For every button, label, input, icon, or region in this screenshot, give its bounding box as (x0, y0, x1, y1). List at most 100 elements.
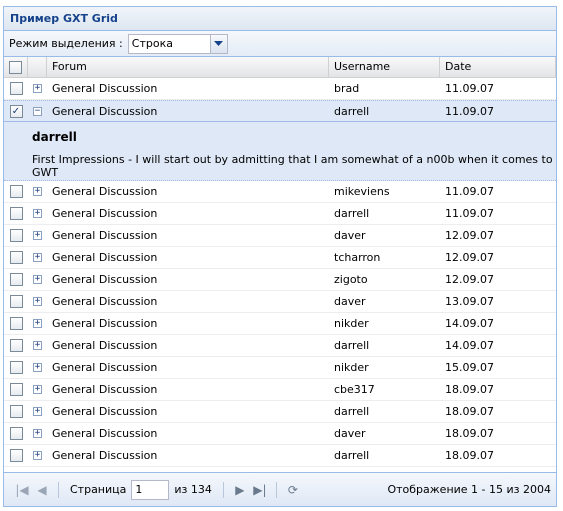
refresh-icon[interactable]: ⟳ (283, 480, 303, 500)
row-checkbox-cell (4, 357, 28, 378)
expand-icon[interactable]: + (33, 407, 42, 416)
row-checkbox[interactable] (9, 449, 23, 462)
cell-username: daver (334, 295, 366, 308)
expand-icon[interactable]: + (33, 363, 42, 372)
table-row[interactable]: + General Discussion daver 13.09.07 (4, 291, 556, 313)
table-row[interactable]: + General Discussion tcharron 12.09.07 (4, 247, 556, 269)
cell-date: 12.09.07 (445, 229, 494, 242)
cell-date: 18.09.07 (445, 449, 494, 462)
cell-username: tcharron (334, 251, 381, 264)
column-header-username[interactable]: Username (329, 57, 440, 77)
expanded-author: darrell (32, 130, 77, 144)
cell-forum: General Discussion (52, 361, 158, 374)
cell-forum: General Discussion (52, 251, 158, 264)
last-page-icon[interactable]: ▶| (250, 480, 270, 500)
row-checkbox[interactable] (9, 229, 23, 242)
row-expander-cell: + (28, 423, 47, 444)
table-row[interactable]: + General Discussion nikder 15.09.07 (4, 357, 556, 379)
table-row[interactable]: + General Discussion daver 12.09.07 (4, 225, 556, 247)
row-checkbox[interactable] (9, 295, 23, 308)
table-row[interactable]: + General Discussion darrell 11.09.07 (4, 203, 556, 225)
row-expander-cell: + (28, 335, 47, 356)
cell-username: daver (334, 427, 366, 440)
table-row[interactable]: + General Discussion zigoto 12.09.07 (4, 269, 556, 291)
table-row[interactable]: + General Discussion darrell 18.09.07 (4, 445, 556, 467)
toolbar: Режим выделения : Строка (4, 31, 556, 57)
page-number-input[interactable] (131, 479, 170, 500)
column-header-forum[interactable]: Forum (47, 57, 329, 77)
row-checkbox[interactable] (9, 273, 23, 286)
row-checkbox[interactable]: ✓ (9, 105, 23, 118)
column-header-date[interactable]: Date (440, 57, 556, 77)
cell-date: 11.09.07 (445, 105, 494, 118)
row-checkbox-cell (4, 423, 28, 444)
expand-icon[interactable]: + (33, 253, 42, 262)
table-row[interactable]: + General Discussion brad 11.09.07 (4, 78, 556, 100)
expand-icon[interactable]: + (33, 341, 42, 350)
cell-username: daver (334, 229, 366, 242)
cell-forum: General Discussion (52, 105, 158, 118)
table-row[interactable]: + General Discussion mikeviens 11.09.07 (4, 181, 556, 203)
chevron-down-icon[interactable] (209, 34, 227, 53)
table-row[interactable]: ✓ − General Discussion darrell 11.09.07 (4, 100, 556, 122)
cell-forum: General Discussion (52, 229, 158, 242)
separator (222, 481, 224, 498)
selection-mode-select[interactable]: Строка (127, 33, 228, 54)
row-checkbox[interactable] (9, 185, 23, 198)
prev-page-icon[interactable]: ◀ (32, 480, 52, 500)
select-all-checkbox[interactable] (9, 60, 22, 74)
expand-icon[interactable]: + (33, 187, 42, 196)
cell-forum: General Discussion (52, 185, 158, 198)
expand-icon[interactable]: + (33, 231, 42, 240)
table-row[interactable]: + General Discussion daver 18.09.07 (4, 423, 556, 445)
expand-icon[interactable]: + (33, 451, 42, 460)
expand-icon[interactable]: + (33, 297, 42, 306)
row-expander-cell: + (28, 181, 47, 202)
row-checkbox[interactable] (9, 207, 23, 220)
expand-icon[interactable]: + (33, 275, 42, 284)
cell-forum: General Discussion (52, 383, 158, 396)
row-checkbox[interactable] (9, 82, 23, 95)
row-expander-cell: + (28, 379, 47, 400)
expand-icon[interactable]: + (33, 84, 42, 93)
cell-date: 18.09.07 (445, 427, 494, 440)
grid-panel: Пример GXT Grid Режим выделения : Строка… (3, 6, 557, 507)
cell-date: 13.09.07 (445, 295, 494, 308)
collapse-icon[interactable]: − (33, 107, 42, 116)
row-checkbox[interactable] (9, 361, 23, 374)
cell-forum: General Discussion (52, 317, 158, 330)
row-checkbox-cell (4, 269, 28, 290)
cell-forum: General Discussion (52, 82, 158, 95)
expand-icon[interactable]: + (33, 209, 42, 218)
cell-username: nikder (334, 361, 369, 374)
separator (58, 481, 59, 498)
table-row[interactable]: + General Discussion darrell 14.09.07 (4, 335, 556, 357)
row-checkbox-cell (4, 181, 28, 202)
row-expander-cell: + (28, 401, 47, 422)
table-row[interactable]: + General Discussion cbe317 18.09.07 (4, 379, 556, 401)
cell-date: 18.09.07 (445, 383, 494, 396)
table-row[interactable]: + General Discussion nikder 14.09.07 (4, 313, 556, 335)
expand-icon[interactable]: + (33, 429, 42, 438)
row-checkbox[interactable] (9, 251, 23, 264)
first-page-icon[interactable]: |◀ (12, 480, 32, 500)
row-checkbox-cell (4, 401, 28, 422)
cell-username: mikeviens (334, 185, 390, 198)
row-checkbox[interactable] (9, 405, 23, 418)
row-expander-cell: + (28, 78, 47, 99)
cell-forum: General Discussion (52, 295, 158, 308)
separator (275, 481, 277, 498)
row-checkbox[interactable] (9, 339, 23, 352)
paging-toolbar: |◀ ◀ Страница из 134 ▶ ▶| ⟳ Отображение … (4, 472, 556, 506)
cell-forum: General Discussion (52, 207, 158, 220)
expand-icon[interactable]: + (33, 385, 42, 394)
row-checkbox[interactable] (9, 317, 23, 330)
cell-username: darrell (334, 339, 370, 352)
row-checkbox[interactable] (9, 427, 23, 440)
row-checkbox[interactable] (9, 383, 23, 396)
next-page-icon[interactable]: ▶ (230, 480, 250, 500)
grid-header: Forum Username Date (4, 57, 556, 78)
expand-icon[interactable]: + (33, 319, 42, 328)
table-row[interactable]: + General Discussion darrell 18.09.07 (4, 401, 556, 423)
cell-username: zigoto (334, 273, 368, 286)
